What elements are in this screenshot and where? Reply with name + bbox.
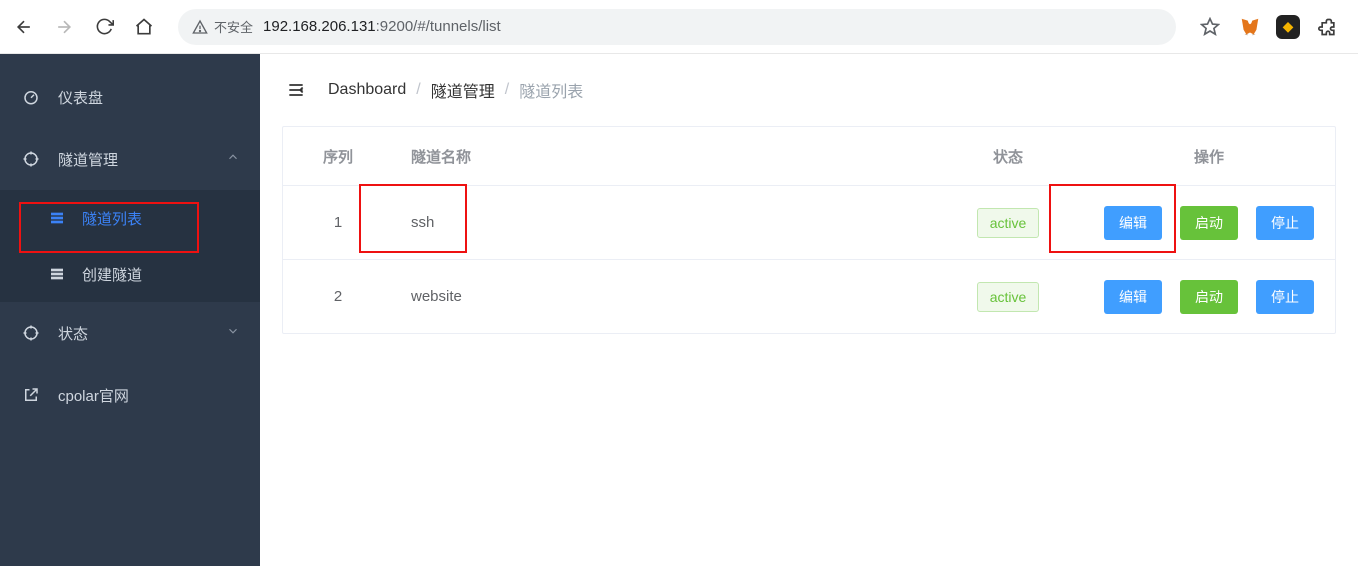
sidebar-item-label: 隧道管理 bbox=[58, 149, 118, 170]
grid-icon bbox=[46, 207, 68, 229]
menu-toggle-icon[interactable] bbox=[284, 78, 308, 102]
sidebar-item-label: 状态 bbox=[58, 323, 88, 344]
extensions-puzzle-icon[interactable] bbox=[1314, 13, 1342, 41]
start-button[interactable]: 启动 bbox=[1180, 206, 1238, 240]
breadcrumb: Dashboard / 隧道管理 / 隧道列表 bbox=[328, 78, 583, 102]
start-button[interactable]: 启动 bbox=[1180, 280, 1238, 314]
th-index: 序列 bbox=[283, 146, 393, 167]
bookmark-star-icon[interactable] bbox=[1196, 13, 1224, 41]
breadcrumb-dashboard[interactable]: Dashboard bbox=[328, 81, 406, 99]
table-row: 1 ssh active 编辑 启动 停止 bbox=[283, 185, 1335, 259]
insecure-indicator[interactable]: 不安全 bbox=[192, 17, 253, 36]
gauge-icon bbox=[20, 86, 42, 108]
tunnels-table: 序列 隧道名称 状态 操作 1 ssh active 编辑 启动 停止 bbox=[282, 126, 1336, 334]
stop-button[interactable]: 停止 bbox=[1256, 206, 1314, 240]
sidebar-item-dashboard[interactable]: 仪表盘 bbox=[0, 66, 260, 128]
external-link-icon bbox=[20, 384, 42, 406]
breadcrumb-tunnel-mgmt[interactable]: 隧道管理 bbox=[431, 78, 495, 102]
crosshair-icon bbox=[20, 322, 42, 344]
content: 序列 隧道名称 状态 操作 1 ssh active 编辑 启动 停止 bbox=[260, 126, 1358, 360]
table-row: 2 website active 编辑 启动 停止 bbox=[283, 259, 1335, 333]
th-name: 隧道名称 bbox=[393, 146, 933, 167]
back-button[interactable] bbox=[10, 13, 38, 41]
breadcrumb-sep: / bbox=[505, 81, 509, 99]
edit-button[interactable]: 编辑 bbox=[1104, 206, 1162, 240]
browser-toolbar: 不安全 192.168.206.131:9200/#/tunnels/list … bbox=[0, 0, 1358, 54]
sidebar-item-tunnel-create[interactable]: 创建隧道 bbox=[0, 246, 260, 302]
chevron-down-icon bbox=[226, 324, 240, 342]
metamask-extension-icon[interactable] bbox=[1238, 15, 1262, 39]
cell-status: active bbox=[933, 282, 1083, 312]
home-button[interactable] bbox=[130, 13, 158, 41]
stop-button[interactable]: 停止 bbox=[1256, 280, 1314, 314]
sidebar-item-label: 隧道列表 bbox=[82, 208, 142, 229]
cell-index: 1 bbox=[283, 214, 393, 231]
breadcrumb-sep: / bbox=[416, 81, 420, 99]
extension-cube-icon[interactable]: ◆ bbox=[1276, 15, 1300, 39]
sidebar-item-label: 创建隧道 bbox=[82, 264, 142, 285]
forward-button[interactable] bbox=[50, 13, 78, 41]
sidebar-item-cpolar-site[interactable]: cpolar官网 bbox=[0, 364, 260, 426]
cell-actions: 编辑 启动 停止 bbox=[1083, 206, 1335, 240]
cell-name: website bbox=[393, 288, 933, 305]
breadcrumb-current: 隧道列表 bbox=[519, 78, 583, 102]
address-bar[interactable]: 不安全 192.168.206.131:9200/#/tunnels/list bbox=[178, 9, 1176, 45]
status-badge: active bbox=[977, 282, 1040, 312]
sidebar-item-label: cpolar官网 bbox=[58, 385, 129, 406]
sidebar-item-label: 仪表盘 bbox=[58, 87, 103, 108]
cell-index: 2 bbox=[283, 288, 393, 305]
chevron-up-icon bbox=[226, 150, 240, 168]
cell-name: ssh bbox=[393, 214, 933, 231]
status-badge: active bbox=[977, 208, 1040, 238]
th-actions: 操作 bbox=[1083, 146, 1335, 167]
reload-button[interactable] bbox=[90, 13, 118, 41]
sidebar-item-tunnel-mgmt[interactable]: 隧道管理 bbox=[0, 128, 260, 190]
cell-status: active bbox=[933, 208, 1083, 238]
insecure-label: 不安全 bbox=[214, 17, 253, 36]
main-area: Dashboard / 隧道管理 / 隧道列表 序列 隧道名称 状态 操作 1 … bbox=[260, 54, 1358, 566]
topbar: Dashboard / 隧道管理 / 隧道列表 bbox=[260, 54, 1358, 126]
app-root: 仪表盘 隧道管理 隧道列表 创建隧道 bbox=[0, 54, 1358, 566]
table-header: 序列 隧道名称 状态 操作 bbox=[283, 127, 1335, 185]
edit-button[interactable]: 编辑 bbox=[1104, 280, 1162, 314]
th-status: 状态 bbox=[933, 146, 1083, 167]
url-text: 192.168.206.131:9200/#/tunnels/list bbox=[263, 18, 1162, 35]
sidebar-item-status[interactable]: 状态 bbox=[0, 302, 260, 364]
crosshair-icon bbox=[20, 148, 42, 170]
cell-actions: 编辑 启动 停止 bbox=[1083, 280, 1335, 314]
sidebar-item-tunnel-list[interactable]: 隧道列表 bbox=[0, 190, 260, 246]
grid-icon bbox=[46, 263, 68, 285]
sidebar: 仪表盘 隧道管理 隧道列表 创建隧道 bbox=[0, 54, 260, 566]
